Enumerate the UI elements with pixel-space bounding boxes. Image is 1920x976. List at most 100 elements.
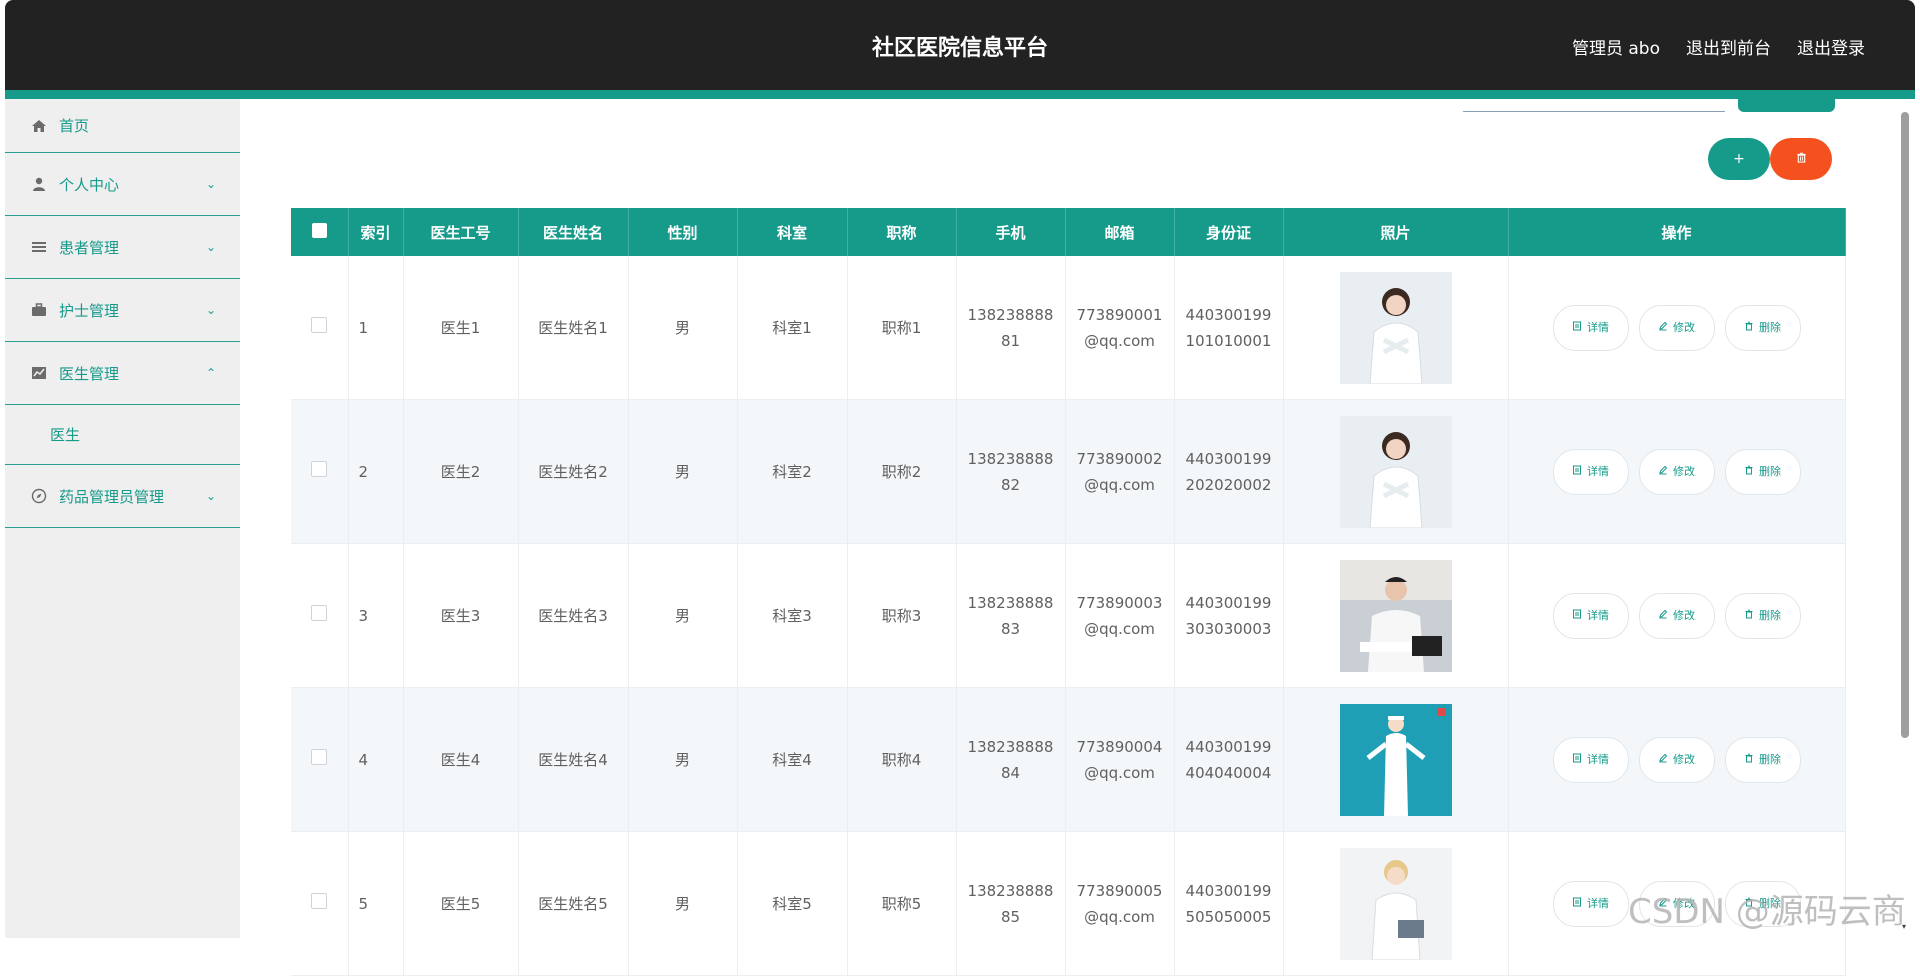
edit-button[interactable]: 修改 — [1638, 592, 1715, 639]
cell-department: 科室3 — [737, 543, 848, 688]
edit-label: 修改 — [1673, 320, 1695, 334]
scrollbar-thumb[interactable] — [1901, 112, 1909, 738]
delete-button[interactable]: 删除 — [1724, 448, 1801, 495]
doctor-photo[interactable] — [1284, 847, 1508, 960]
pencil-icon — [1658, 459, 1668, 485]
add-button[interactable]: + — [1708, 138, 1770, 180]
cell-actions: 详情 修改 删除 — [1508, 399, 1846, 544]
sidebar-item-pharmacy-admins[interactable]: 药品管理员管理 ⌄ — [5, 465, 240, 528]
cell-phone: 138238888 84 — [956, 687, 1066, 832]
search-input[interactable] — [1463, 111, 1725, 112]
table-header-row: 索引 医生工号 医生姓名 性别 科室 职称 手机 邮箱 身份证 照片 操作 — [291, 208, 1846, 256]
cell-index: 3 — [348, 543, 404, 688]
sidebar-item-personal-center[interactable]: 个人中心 ⌄ — [5, 153, 240, 216]
trash-icon — [1796, 151, 1807, 167]
phone-line-1: 138238888 — [967, 305, 1054, 324]
cell-doctor-name: 医生姓名3 — [518, 543, 629, 688]
doctor-photo[interactable] — [1284, 559, 1508, 672]
document-icon — [1572, 603, 1582, 629]
cell-index: 5 — [348, 831, 404, 976]
email-line-2: @qq.com — [1084, 475, 1155, 494]
doctor-photo[interactable] — [1284, 415, 1508, 528]
table-row: 3 医生3 医生姓名3 男科室3 职称3 138238888 83 773890003 @qq.… — [291, 543, 1846, 688]
phone-line-1: 138238888 — [967, 881, 1054, 900]
cell-department: 科室5 — [737, 831, 848, 976]
chevron-down-icon: ⌄ — [205, 303, 216, 317]
document-icon — [1572, 891, 1582, 917]
document-icon — [1572, 747, 1582, 773]
header-accent-bar — [5, 90, 1915, 99]
cell-photo — [1283, 687, 1509, 832]
doctor-photo[interactable] — [1284, 271, 1508, 384]
sidebar-subitem-doctor[interactable]: 医生 — [5, 405, 240, 465]
row-checkbox[interactable] — [291, 831, 349, 976]
list-icon — [31, 239, 47, 255]
cell-gender: 男 — [628, 543, 738, 688]
sidebar-item-label: 药品管理员管理 — [59, 487, 165, 506]
column-header: 身份证 — [1174, 208, 1284, 256]
row-checkbox[interactable] — [291, 687, 349, 832]
delete-button[interactable]: 删除 — [1724, 592, 1801, 639]
delete-label: 删除 — [1759, 608, 1781, 622]
row-checkbox[interactable] — [291, 399, 349, 544]
cell-actions: 详情 修改 删除 — [1508, 543, 1846, 688]
cell-gender: 男 — [628, 831, 738, 976]
search-button[interactable] — [1738, 98, 1835, 112]
detail-button[interactable]: 详情 — [1552, 304, 1629, 351]
cell-title: 职称1 — [847, 256, 957, 400]
cell-actions: 详情 修改 删除 — [1508, 256, 1846, 400]
batch-delete-button[interactable] — [1770, 138, 1832, 180]
cell-title: 职称3 — [847, 543, 957, 688]
column-header: 邮箱 — [1065, 208, 1175, 256]
delete-button[interactable]: 删除 — [1724, 304, 1801, 351]
phone-line-2: 84 — [1000, 763, 1021, 782]
detail-label: 详情 — [1587, 896, 1609, 910]
cell-phone: 138238888 82 — [956, 399, 1066, 544]
detail-button[interactable]: 详情 — [1552, 592, 1629, 639]
row-checkbox[interactable] — [291, 543, 349, 688]
edit-button[interactable]: 修改 — [1638, 736, 1715, 783]
sidebar-item-patients[interactable]: 患者管理 ⌄ — [5, 216, 240, 279]
trash-icon — [1744, 315, 1754, 341]
sidebar-item-nurses[interactable]: 护士管理 ⌄ — [5, 279, 240, 342]
table-row: 1 医生1 医生姓名1 男科室1 职称1 138238888 81 773890001 @qq.… — [291, 256, 1846, 400]
cell-doctor-id: 医生4 — [403, 687, 519, 832]
email-line-2: @qq.com — [1084, 331, 1155, 350]
phone-line-1: 138238888 — [967, 593, 1054, 612]
column-header: 医生工号 — [403, 208, 519, 256]
table-row: 2 医生2 医生姓名2 男科室2 职称2 138238888 82 773890002 @qq.… — [291, 399, 1846, 544]
cell-doctor-id: 医生5 — [403, 831, 519, 976]
select-all-checkbox[interactable] — [291, 208, 349, 256]
delete-label: 删除 — [1759, 320, 1781, 334]
edit-label: 修改 — [1673, 608, 1695, 622]
cell-doctor-name: 医生姓名5 — [518, 831, 629, 976]
top-bar: 社区医院信息平台 管理员 abo 退出到前台 退出登录 — [5, 0, 1915, 90]
table-row: 5 医生5 医生姓名5 男科室5 职称5 138238888 85 773890005 @qq.… — [291, 831, 1846, 976]
cell-photo — [1283, 256, 1509, 400]
cell-index: 2 — [348, 399, 404, 544]
detail-label: 详情 — [1587, 752, 1609, 766]
doctor-photo[interactable] — [1284, 703, 1508, 816]
detail-button[interactable]: 详情 — [1552, 448, 1629, 495]
sidebar-item-home[interactable]: 首页 — [5, 99, 240, 153]
column-header: 索引 — [348, 208, 404, 256]
cell-doctor-id: 医生1 — [403, 256, 519, 400]
row-checkbox[interactable] — [291, 256, 349, 400]
detail-button[interactable]: 详情 — [1552, 736, 1629, 783]
cell-phone: 138238888 83 — [956, 543, 1066, 688]
user-icon — [31, 176, 47, 192]
edit-button[interactable]: 修改 — [1638, 448, 1715, 495]
email-line-2: @qq.com — [1084, 907, 1155, 926]
cell-idcard: 440300199 303030003 — [1174, 543, 1284, 688]
edit-button[interactable]: 修改 — [1638, 304, 1715, 351]
logout-link[interactable]: 退出登录 — [1797, 34, 1865, 59]
cell-index: 4 — [348, 687, 404, 832]
current-user[interactable]: 管理员 abo — [1572, 34, 1660, 59]
sidebar-item-doctors[interactable]: 医生管理 ⌃ — [5, 342, 240, 405]
exit-to-front-link[interactable]: 退出到前台 — [1686, 34, 1771, 59]
email-line-2: @qq.com — [1084, 619, 1155, 638]
detail-button[interactable]: 详情 — [1552, 880, 1629, 927]
cell-email: 773890005 @qq.com — [1065, 831, 1175, 976]
delete-button[interactable]: 删除 — [1724, 736, 1801, 783]
cell-photo — [1283, 399, 1509, 544]
